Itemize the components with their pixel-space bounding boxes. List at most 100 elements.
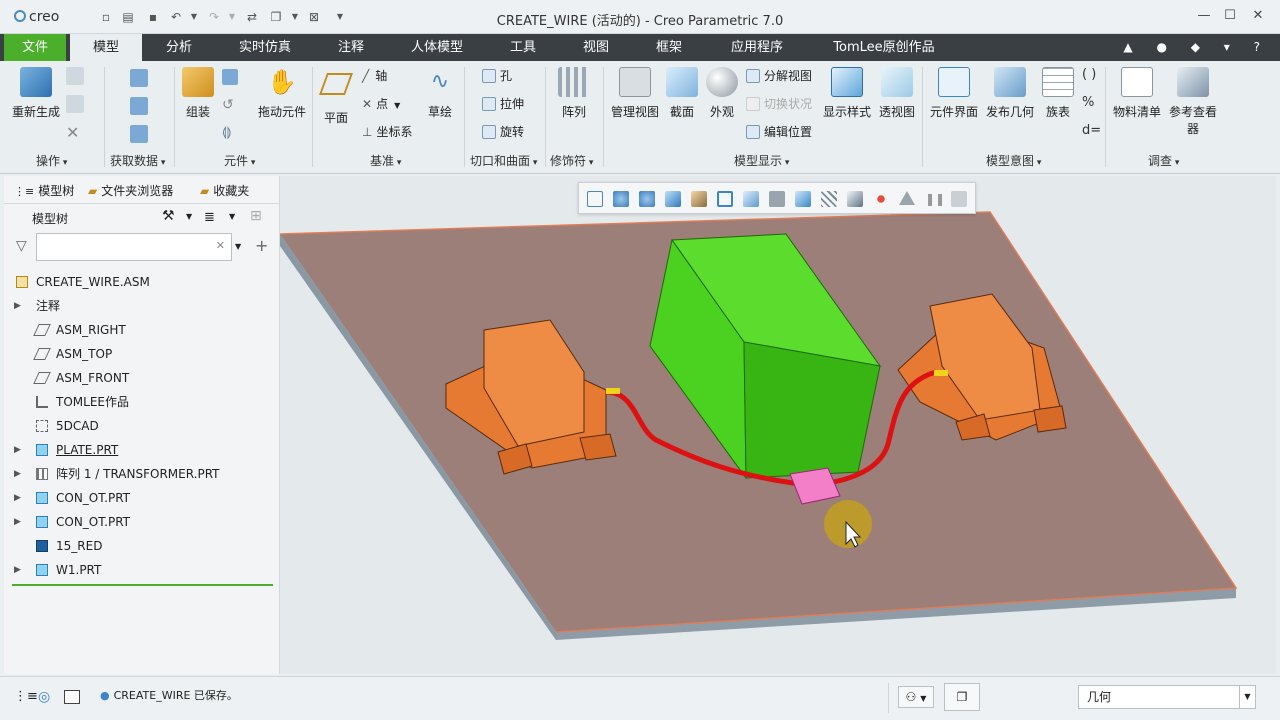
tree-node[interactable]: ▶ 阵列 1 / TRANSFORMER.PRT (10, 462, 272, 486)
settings-dropdown-icon[interactable]: ▼ (186, 212, 192, 221)
group-investigate[interactable]: 调查 (1148, 152, 1179, 169)
tab-tools[interactable]: 工具 (494, 34, 552, 61)
manage-views-button[interactable]: 管理视图 (608, 67, 662, 120)
axis-button[interactable]: ╱ 轴 (362, 66, 387, 86)
expand-arrow-icon[interactable]: ▶ (14, 558, 21, 582)
shrinkwrap-icon[interactable] (130, 125, 148, 143)
settings-icon[interactable]: ⚒ (162, 208, 175, 224)
tree-node[interactable]: ASM_RIGHT (10, 318, 272, 342)
expand-arrow-icon[interactable]: ▶ (14, 438, 21, 462)
repaint-icon[interactable] (665, 191, 681, 207)
tree-node[interactable]: 15_RED (10, 534, 272, 558)
display-style-view-icon[interactable] (691, 191, 707, 207)
browser-icon[interactable]: ◎ (38, 689, 50, 705)
tree-node[interactable]: CREATE_WIRE.ASM (10, 270, 272, 294)
tab-favorites[interactable]: ▰ 收藏夹 (200, 182, 249, 199)
family-table-button[interactable]: 族表 (1040, 67, 1076, 120)
find-button[interactable]: ⚇ ▼ (898, 686, 934, 708)
group-get-data[interactable]: 获取数据 (110, 152, 165, 169)
refit-icon[interactable] (587, 191, 603, 207)
tree-node[interactable]: ASM_FRONT (10, 366, 272, 390)
maximize-button[interactable]: ☐ (1220, 8, 1240, 26)
tree-node[interactable]: 5DCAD (10, 414, 272, 438)
group-operations[interactable]: 操作 (36, 152, 67, 169)
section-view-icon[interactable] (795, 191, 811, 207)
perspective-view-icon[interactable] (769, 191, 785, 207)
annotation-display-icon[interactable] (873, 191, 889, 207)
clear-search-icon[interactable]: ✕ (216, 239, 225, 252)
drag-components-button[interactable]: ✋ 拖动元件 (254, 67, 310, 120)
group-model-display[interactable]: 模型显示 (734, 152, 789, 169)
tree-node[interactable]: ▶ CON_OT.PRT (10, 510, 272, 534)
tab-analysis[interactable]: 分析 (150, 34, 208, 61)
tree-columns-icon[interactable]: ⊞ (250, 208, 262, 224)
section-button[interactable]: 截面 (664, 67, 700, 120)
component-interface-button[interactable]: 元件界面 (928, 67, 980, 120)
group-component[interactable]: 元件 (224, 152, 255, 169)
tab-annotate[interactable]: 注释 (322, 34, 380, 61)
tab-manikin[interactable]: 人体模型 (396, 34, 478, 61)
group-modifier[interactable]: 修饰符 (550, 152, 593, 169)
csys-button[interactable]: ⊥ 坐标系 (362, 122, 412, 142)
copy-geometry-icon[interactable] (130, 97, 148, 115)
tree-node[interactable]: ▶ CON_OT.PRT (10, 486, 272, 510)
expand-arrow-icon[interactable]: ▶ (14, 462, 21, 486)
tree-node[interactable]: ASM_TOP (10, 342, 272, 366)
expand-arrow-icon[interactable]: ▶ (14, 486, 21, 510)
annotation-filter-icon[interactable] (899, 191, 915, 205)
search-input[interactable]: ✕ (36, 233, 232, 261)
tab-live-simulation[interactable]: 实时仿真 (224, 34, 306, 61)
sketch-button[interactable]: ∿ 草绘 (424, 67, 456, 120)
search-dropdown-icon[interactable]: ▼ (235, 242, 241, 251)
relations-icon[interactable]: d= (1082, 123, 1101, 138)
reference-viewer-button[interactable]: 参考查看器 (1166, 67, 1220, 137)
publish-geometry-button[interactable]: 发布几何 (984, 67, 1036, 120)
assemble-button[interactable]: 组装 (180, 67, 216, 120)
brackets-icon[interactable]: ( ) (1082, 67, 1096, 82)
selection-filter-button[interactable]: ❐ (944, 683, 980, 711)
tab-folder-browser[interactable]: ▰ 文件夹浏览器 (88, 182, 173, 199)
extrude-button[interactable]: 拉伸 (482, 94, 524, 114)
plane-button[interactable]: 平面 (318, 67, 354, 126)
expand-arrow-icon[interactable]: ▶ (14, 510, 21, 534)
saved-orientations-icon[interactable] (717, 191, 733, 207)
bom-button[interactable]: 物料清单 (1110, 67, 1164, 120)
hole-button[interactable]: 孔 (482, 66, 512, 86)
delete-icon[interactable]: ✕ (66, 123, 79, 142)
expand-arrow-icon[interactable]: ▶ (14, 294, 21, 318)
full-screen-icon[interactable] (64, 690, 80, 704)
tab-view[interactable]: 视图 (567, 34, 625, 61)
tree-node[interactable]: ▶ PLATE.PRT (10, 438, 272, 462)
switch-dimensions-icon[interactable]: % (1082, 95, 1094, 110)
zoom-out-icon[interactable] (639, 191, 655, 207)
tree-node[interactable]: ▶ 注释 (10, 294, 272, 318)
tab-framework[interactable]: 框架 (640, 34, 698, 61)
tab-model[interactable]: 模型 (70, 34, 142, 61)
show-icon[interactable]: ≣ (204, 210, 215, 225)
pattern-button[interactable]: 阵列 (556, 67, 592, 120)
repeat-icon[interactable]: ↺ (222, 97, 234, 113)
record-icon[interactable] (951, 191, 967, 207)
toggle-status-button[interactable]: 切换状况 (746, 94, 812, 114)
revolve-button[interactable]: 旋转 (482, 122, 524, 142)
dropdown-arrow-icon[interactable]: ▼ (1239, 686, 1255, 708)
tree-node[interactable]: ▶ W1.PRT (10, 558, 272, 582)
tab-file[interactable]: 文件 (4, 34, 66, 61)
tab-applications[interactable]: 应用程序 (716, 34, 798, 61)
perspective-button[interactable]: 透视图 (876, 67, 918, 120)
show-dropdown-icon[interactable]: ▼ (229, 212, 235, 221)
group-cut-surface[interactable]: 切口和曲面 (470, 152, 537, 169)
geometry-filter-select[interactable]: 几何 ▼ (1078, 685, 1256, 709)
spin-center-icon[interactable] (847, 191, 863, 207)
group-model-intent[interactable]: 模型意图 (986, 152, 1041, 169)
filter-icon[interactable]: ▽ (16, 238, 27, 254)
view-manager-icon[interactable] (743, 191, 759, 207)
point-button[interactable]: ✕ 点 ▼ (362, 94, 400, 114)
regenerate-button[interactable]: 重新生成 (8, 67, 64, 120)
mirror-component-icon[interactable]: ⟬⟭ (222, 125, 232, 140)
display-style-button[interactable]: 显示样式 (820, 67, 874, 120)
tree-node[interactable]: TOMLEE作品 (10, 390, 272, 414)
copy-icon[interactable] (66, 67, 84, 85)
minimize-button[interactable]: — (1194, 8, 1214, 26)
paste-icon[interactable] (66, 95, 84, 113)
